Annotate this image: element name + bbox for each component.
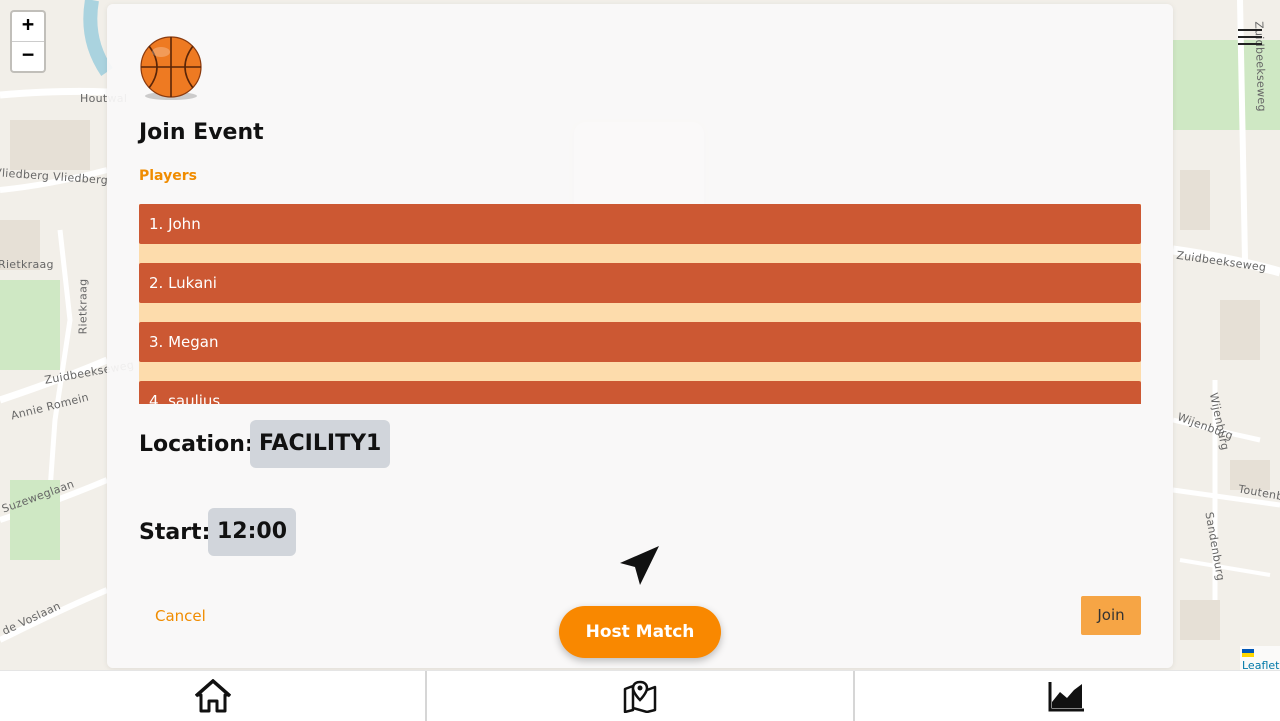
start-time-value: 12:00 xyxy=(208,508,297,556)
area-chart-icon xyxy=(1048,682,1085,712)
nav-stats[interactable] xyxy=(852,671,1280,721)
nav-map[interactable] xyxy=(425,671,852,721)
player-row[interactable]: 1. John xyxy=(139,204,1141,244)
host-match-button[interactable]: Host Match xyxy=(559,606,721,658)
ukraine-flag-icon xyxy=(1242,649,1254,657)
panel-title: Join Event xyxy=(139,120,264,145)
map-pin-icon xyxy=(623,680,657,713)
navigation-arrow-icon[interactable] xyxy=(617,543,663,589)
zoom-out-button[interactable]: − xyxy=(12,42,44,71)
zoom-control: + − xyxy=(10,10,46,73)
location-label: Location: xyxy=(139,432,254,457)
player-row[interactable]: 4. saulius xyxy=(139,381,1141,404)
map-attribution[interactable]: Leaflet xyxy=(1240,646,1280,670)
map-label: Rietkraag xyxy=(0,258,54,271)
join-button[interactable]: Join xyxy=(1081,596,1141,635)
bottom-navigation xyxy=(0,670,1280,721)
location-value: FACILITY1 xyxy=(250,420,391,468)
zoom-in-button[interactable]: + xyxy=(12,12,44,42)
cancel-button[interactable]: Cancel xyxy=(155,607,206,625)
hamburger-menu-icon[interactable] xyxy=(1238,24,1262,48)
map-label: Rietkraag xyxy=(76,278,90,335)
home-icon xyxy=(194,679,231,713)
leaflet-link[interactable]: Leaflet xyxy=(1242,659,1279,670)
basketball-icon xyxy=(140,36,202,100)
start-label: Start: xyxy=(139,520,211,545)
player-row[interactable]: 3. Megan xyxy=(139,322,1141,362)
nav-home[interactable] xyxy=(0,671,425,721)
players-label: Players xyxy=(139,168,197,184)
player-row[interactable]: 2. Lukani xyxy=(139,263,1141,303)
players-list[interactable]: 1. John 2. Lukani 3. Megan 4. saulius xyxy=(139,204,1141,404)
